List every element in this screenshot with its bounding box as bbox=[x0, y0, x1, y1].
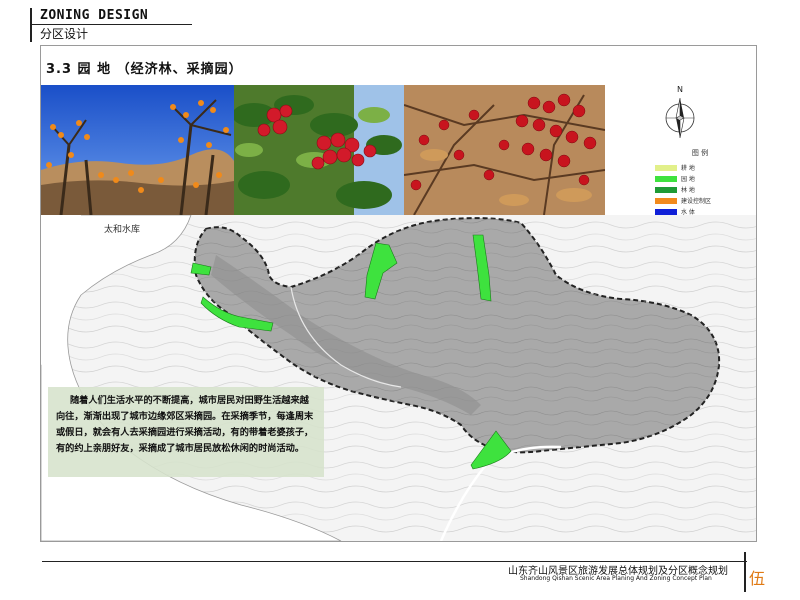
description-textbox: 随着人们生活水平的不断提高，城市居民对田野生活越来越向往，渐渐出现了城市边缘郊区… bbox=[48, 387, 324, 477]
zoning-map bbox=[40, 214, 756, 542]
legend-item: 耕 地 bbox=[655, 162, 735, 173]
legend-title: 图 例 bbox=[691, 149, 709, 157]
legend-item: 园 地 bbox=[655, 173, 735, 184]
photo-red-hawthorn-branch bbox=[234, 85, 404, 215]
legend-label: 建设控制区 bbox=[681, 198, 712, 205]
legend-swatch-water bbox=[655, 208, 677, 215]
header-bar bbox=[30, 8, 32, 42]
map-legend: 图 例 耕 地 园 地 林 地 建设控制区 水 体 bbox=[655, 148, 735, 217]
section-title: 3.3 园 地 （经济林、采摘园） bbox=[46, 62, 243, 77]
compass-north-label: N bbox=[677, 85, 683, 94]
legend-item: 建设控制区 bbox=[655, 195, 735, 206]
footer-bar bbox=[744, 552, 746, 592]
photo-hawthorn-fruit-cluster bbox=[404, 85, 605, 215]
legend-swatch-construction bbox=[655, 197, 677, 204]
north-arrow: N bbox=[662, 85, 698, 142]
page-number: 伍 bbox=[749, 569, 766, 588]
compass-icon bbox=[665, 97, 695, 139]
legend-swatch-orchard bbox=[655, 175, 677, 182]
legend-label: 园 地 bbox=[681, 176, 695, 183]
footer-title-en: Shandong Qishan Scenic Area Planing And … bbox=[520, 575, 712, 582]
legend-swatch-forest bbox=[655, 186, 677, 193]
legend-label: 林 地 bbox=[681, 187, 695, 194]
photo-persimmon-orchard bbox=[41, 85, 234, 215]
legend-item: 林 地 bbox=[655, 184, 735, 195]
reservoir-label: 太和水库 bbox=[104, 225, 141, 235]
legend-label: 耕 地 bbox=[681, 165, 695, 172]
page-title: ZONING DESIGN bbox=[40, 8, 149, 23]
legend-swatch-cropland bbox=[655, 164, 677, 171]
page-subtitle: 分区设计 bbox=[40, 27, 89, 41]
